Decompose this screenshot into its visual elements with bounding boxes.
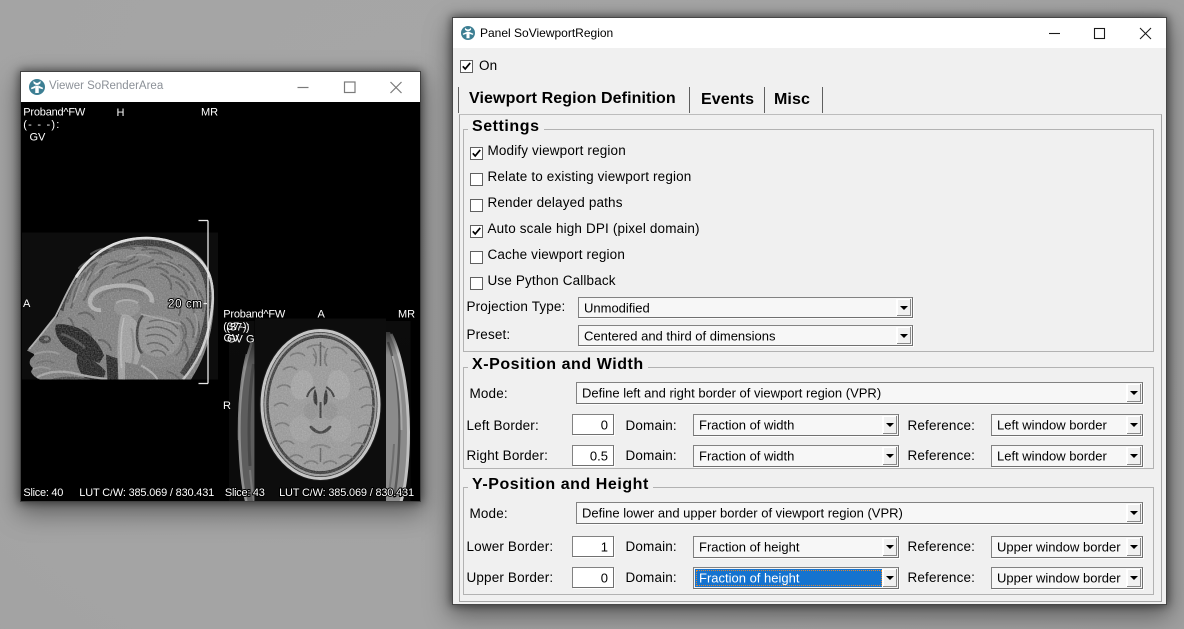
svg-text:Proband^FW: Proband^FW xyxy=(223,309,286,321)
svg-text:20 cm: 20 cm xyxy=(168,299,202,311)
svg-text:MR: MR xyxy=(398,309,415,321)
svg-text:A: A xyxy=(318,309,326,321)
svg-text:GV: GV xyxy=(30,132,47,144)
svg-text:LUT C/W: 385.069 / 830.431: LUT C/W: 385.069 / 830.431 xyxy=(79,487,214,499)
svg-text:LUT C/W: 385.069 / 830.431: LUT C/W: 385.069 / 830.431 xyxy=(279,487,414,499)
svg-text:H: H xyxy=(117,107,125,119)
svg-text:GV: GV xyxy=(224,333,241,345)
svg-text:MR: MR xyxy=(201,107,218,119)
svg-text:Proband^FW: Proband^FW xyxy=(23,107,86,119)
svg-text:A: A xyxy=(23,298,31,310)
svg-text:(- - -):: (- - -): xyxy=(23,119,59,131)
svg-text:R: R xyxy=(223,400,231,412)
svg-text:Slice: 43: Slice: 43 xyxy=(225,487,265,499)
svg-text:Slice: 40: Slice: 40 xyxy=(23,487,63,499)
